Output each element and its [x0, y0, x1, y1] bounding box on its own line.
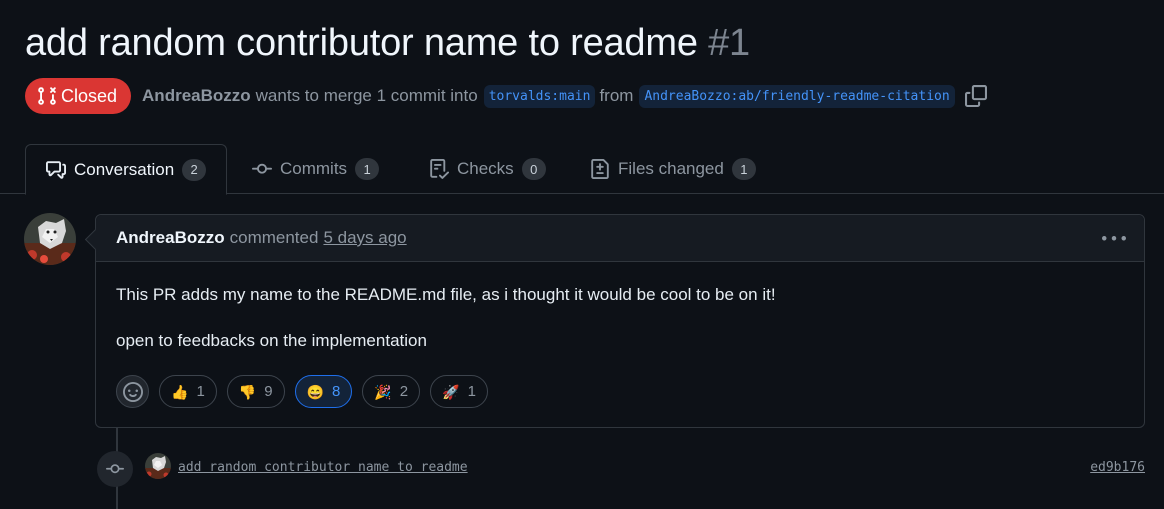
tab-files-changed[interactable]: Files changed 1 [570, 144, 776, 194]
reaction-laugh[interactable]: 😄 8 [294, 375, 353, 408]
thumbs-up-icon: 👍 [171, 383, 189, 400]
reaction-count: 2 [399, 383, 409, 400]
thumbs-down-icon: 👎 [238, 383, 257, 400]
reaction-count: 1 [467, 383, 476, 400]
pr-meta: Closed AndreaBozzo wants to merge 1 comm… [25, 78, 987, 114]
tab-counter: 1 [731, 158, 756, 180]
tab-conversation[interactable]: Conversation 2 [25, 144, 228, 195]
reaction-count: 9 [264, 383, 273, 400]
pr-title: add random contributor name to readme #1 [25, 22, 750, 65]
tab-commits[interactable]: Commits 1 [232, 144, 399, 194]
base-branch[interactable]: torvalds:main [483, 84, 596, 108]
add-reaction-button[interactable] [116, 375, 149, 408]
tab-label: Files changed [618, 159, 724, 178]
git-commit-icon [252, 163, 272, 174]
pr-author-link[interactable]: AndreaBozzo [142, 86, 251, 106]
tab-counter: 1 [355, 158, 380, 180]
tab-counter: 2 [182, 158, 207, 181]
timeline-commit-row: add random contributor name to readme ed… [97, 451, 1147, 487]
comment-box: AndreaBozzo commented 5 days ago This PR… [95, 214, 1145, 428]
git-pull-request-closed-icon [38, 87, 56, 105]
reaction-rocket[interactable]: 🚀 1 [430, 375, 488, 408]
smiley-icon [122, 381, 143, 402]
tab-label: Conversation [74, 159, 175, 179]
comment-action: commented [229, 228, 319, 247]
comment-timestamp[interactable]: 5 days ago [323, 228, 406, 248]
copy-icon[interactable] [964, 85, 987, 107]
merge-text: wants to merge 1 commit into [255, 86, 478, 105]
comment-author-link[interactable]: AndreaBozzo [116, 228, 225, 248]
commit-sha-link[interactable]: ed9b176 [1090, 460, 1145, 475]
comment-paragraph: This PR adds my name to the README.md fi… [116, 285, 776, 304]
checklist-icon [430, 159, 449, 179]
avatar-image [24, 213, 76, 265]
comment-discussion-icon [46, 160, 66, 179]
commit-message-link[interactable]: add random contributor name to readme [178, 460, 468, 475]
tab-label: Checks [457, 159, 514, 178]
tada-icon: 🎉 [374, 383, 392, 400]
head-branch[interactable]: AndreaBozzo:ab/friendly-readme-citation [639, 84, 955, 108]
from-text: from [599, 86, 634, 105]
pr-title-text: add random contributor name to readme [25, 22, 698, 64]
status-badge: Closed [25, 78, 132, 114]
status-label: Closed [61, 85, 118, 106]
pr-tabs: Conversation 2 Commits 1 Checks 0 Files … [0, 144, 1164, 195]
reaction-count: 1 [196, 383, 205, 400]
avatar-image [145, 453, 171, 479]
tab-counter: 0 [521, 158, 546, 180]
reaction-thumbs-up[interactable]: 👍 1 [159, 375, 217, 408]
git-commit-icon [106, 464, 124, 474]
tab-checks[interactable]: Checks 0 [409, 144, 566, 194]
kebab-horizontal-icon[interactable] [1102, 227, 1126, 251]
comment-header: AndreaBozzo commented 5 days ago [96, 215, 1144, 262]
commit-badge [97, 451, 133, 487]
avatar[interactable] [24, 213, 76, 265]
laugh-icon: 😄 [306, 383, 324, 400]
reaction-hooray[interactable]: 🎉 2 [362, 375, 421, 408]
comment-body: This PR adds my name to the README.md fi… [96, 262, 1144, 350]
reactions-bar: 👍 1 👎 9 😄 8 🎉 2 🚀 1 [116, 375, 488, 408]
file-diff-icon [591, 159, 609, 179]
tab-label: Commits [280, 159, 348, 178]
pr-number: #1 [708, 22, 750, 64]
reaction-count: 8 [332, 383, 341, 400]
reaction-thumbs-down[interactable]: 👎 9 [226, 375, 285, 408]
comment-paragraph: open to feedbacks on the implementation [116, 330, 427, 350]
commit-author-avatar[interactable] [145, 453, 171, 479]
rocket-icon: 🚀 [442, 383, 460, 400]
